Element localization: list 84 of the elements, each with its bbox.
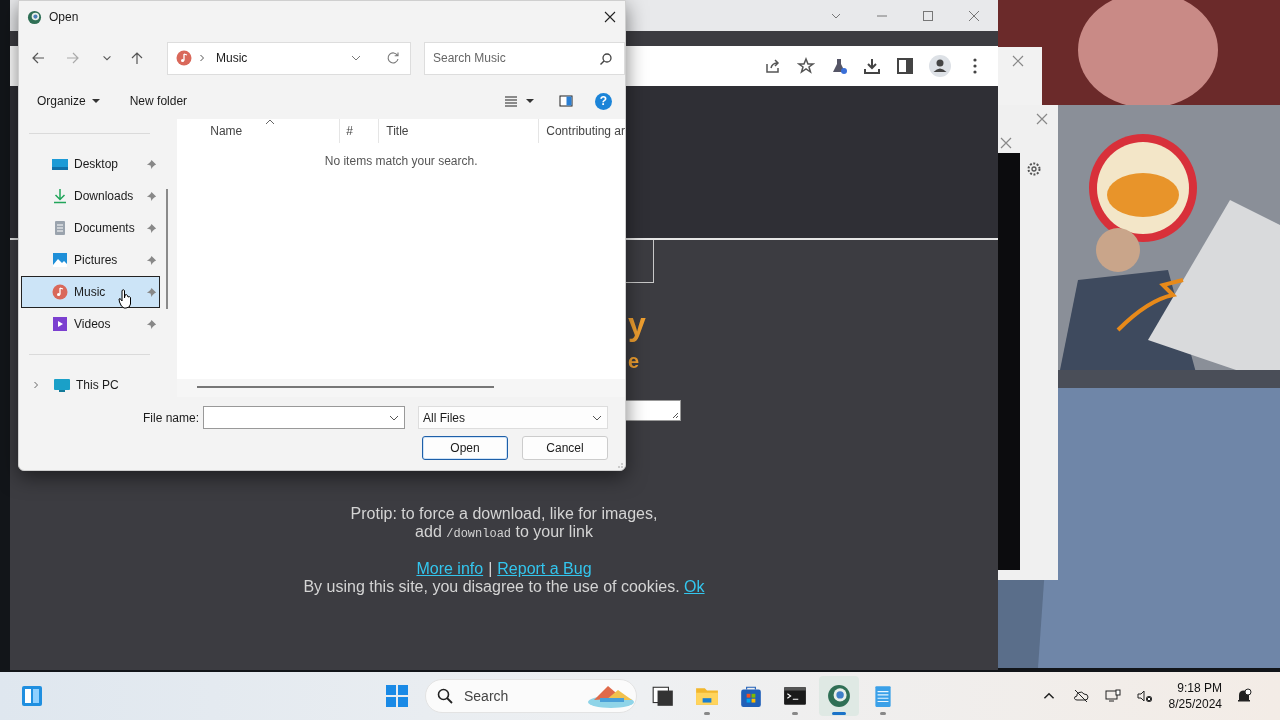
column-header[interactable]: Contributing ar bbox=[539, 119, 625, 143]
desktop-icon bbox=[52, 156, 68, 172]
sort-caret-icon bbox=[265, 119, 276, 125]
help-button[interactable]: ? bbox=[595, 92, 612, 110]
cancel-button[interactable]: Cancel bbox=[522, 436, 608, 460]
pin-icon[interactable] bbox=[146, 319, 158, 330]
search-field[interactable]: Search Music bbox=[424, 41, 625, 75]
start-icon[interactable] bbox=[386, 685, 408, 707]
link-separator: | bbox=[488, 560, 493, 578]
view-list-icon[interactable] bbox=[504, 94, 518, 108]
caret-icon[interactable] bbox=[526, 97, 534, 105]
resize-grip-icon[interactable] bbox=[615, 460, 623, 468]
protip-text: Protip: to force a download, like for images, add /download to your link bbox=[350, 505, 658, 543]
report-bug-link[interactable]: Report a Bug bbox=[497, 560, 592, 578]
star-icon[interactable] bbox=[797, 57, 815, 75]
pin-icon[interactable] bbox=[146, 191, 158, 202]
clock-time[interactable]: 9:18 PM bbox=[1177, 680, 1222, 696]
task-view-icon bbox=[651, 684, 675, 708]
dialog-title: Open bbox=[49, 10, 79, 24]
computer-icon bbox=[54, 377, 70, 393]
search-icon bbox=[437, 688, 453, 704]
back-icon[interactable] bbox=[31, 51, 45, 65]
organize-button[interactable]: Organize bbox=[29, 90, 108, 112]
video-icon bbox=[52, 316, 68, 332]
network-icon[interactable] bbox=[1104, 688, 1121, 704]
taskbar-search-field[interactable]: Search bbox=[425, 679, 637, 713]
terminal-icon bbox=[783, 684, 807, 708]
column-header[interactable]: Title bbox=[379, 119, 540, 143]
refresh-icon[interactable] bbox=[386, 51, 400, 65]
file-name-label: File name: bbox=[142, 410, 199, 425]
preview-pane-icon[interactable] bbox=[559, 94, 573, 108]
cloud-off-icon[interactable] bbox=[1072, 688, 1089, 704]
file-type-dropdown[interactable]: All Files bbox=[418, 406, 608, 429]
nav-item[interactable]: Desktop bbox=[21, 148, 161, 180]
pin-icon[interactable] bbox=[146, 255, 158, 266]
share-icon[interactable] bbox=[764, 57, 782, 75]
profile-icon[interactable] bbox=[929, 55, 951, 77]
pin-icon[interactable] bbox=[146, 287, 158, 298]
column-header[interactable]: Name bbox=[177, 119, 341, 143]
settings-icon[interactable] bbox=[1026, 161, 1042, 177]
subheading-text: e bbox=[628, 349, 641, 373]
heading-text: y bbox=[628, 307, 647, 341]
column-header[interactable]: # bbox=[340, 119, 380, 143]
music-icon bbox=[176, 50, 192, 66]
music-icon bbox=[52, 284, 68, 300]
more-info-link[interactable]: More info bbox=[416, 560, 484, 578]
download-icon bbox=[52, 188, 68, 204]
up-icon[interactable] bbox=[130, 51, 144, 65]
notification-icon[interactable] bbox=[1236, 688, 1252, 704]
volume-muted-icon[interactable] bbox=[1136, 688, 1153, 704]
clock-date[interactable]: 8/25/2024 bbox=[1168, 696, 1222, 712]
nav-item[interactable]: Pictures bbox=[21, 244, 161, 276]
close-icon[interactable] bbox=[604, 11, 616, 23]
open-button[interactable]: Open bbox=[422, 436, 508, 460]
pin-icon[interactable] bbox=[146, 223, 158, 234]
new-folder-button[interactable]: New folder bbox=[121, 90, 196, 112]
hand-cursor-icon bbox=[118, 289, 132, 309]
caret-icon bbox=[91, 97, 100, 105]
store-icon bbox=[739, 684, 763, 708]
picture-icon bbox=[52, 252, 68, 268]
file-name-field[interactable] bbox=[203, 406, 405, 429]
address-bar[interactable]: Music bbox=[167, 41, 411, 75]
cookie-notice: By using this site, you disagree to the use of cookies. Ok bbox=[303, 578, 705, 596]
nav-item[interactable]: Documents bbox=[21, 212, 161, 244]
globe-icon bbox=[27, 9, 42, 25]
document-icon bbox=[52, 220, 68, 236]
side-panel-icon[interactable] bbox=[896, 57, 914, 75]
scrollbar-thumb[interactable] bbox=[166, 189, 169, 309]
nav-item[interactable]: Downloads bbox=[21, 180, 161, 212]
ok-link[interactable]: Ok bbox=[684, 578, 705, 595]
nav-item[interactable]: Videos bbox=[21, 308, 161, 340]
chevron-icon bbox=[198, 54, 206, 62]
flask-icon[interactable] bbox=[830, 57, 848, 75]
nav-item[interactable]: This PC bbox=[21, 369, 161, 397]
globe-icon bbox=[827, 684, 851, 708]
empty-message: No items match your search. bbox=[323, 153, 479, 169]
maximize-icon[interactable] bbox=[922, 9, 934, 22]
search-icon bbox=[599, 51, 613, 66]
download-icon[interactable] bbox=[863, 57, 881, 75]
resize-grip-icon[interactable] bbox=[671, 411, 679, 419]
nav-item[interactable]: Music bbox=[21, 276, 161, 308]
scrollbar-thumb[interactable] bbox=[197, 386, 495, 388]
widgets-icon[interactable] bbox=[21, 685, 43, 707]
pin-icon[interactable] bbox=[146, 159, 158, 170]
